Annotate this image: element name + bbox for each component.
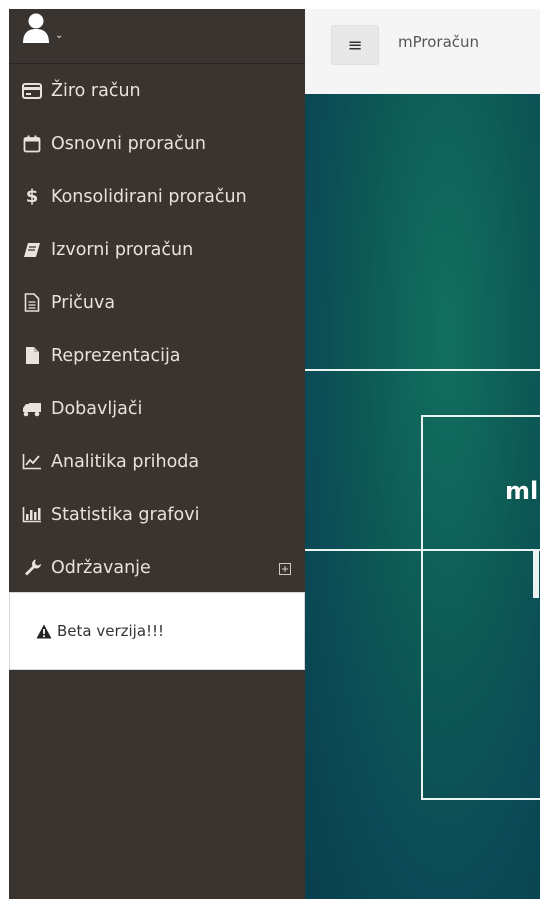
hero-line-top (305, 369, 540, 371)
expand-plus-icon[interactable] (279, 560, 291, 580)
book-icon (21, 239, 43, 261)
sidebar-item-statistika-grafovi[interactable]: Statistika grafovi (9, 488, 305, 541)
sidebar-item-pricuva[interactable]: Pričuva (9, 276, 305, 329)
file-text-icon (21, 292, 43, 314)
sidebar-item-odrzavanje[interactable]: Održavanje (9, 541, 305, 594)
bar-chart-icon (21, 504, 43, 526)
sidebar-item-label: Reprezentacija (51, 345, 181, 366)
sidebar-item-label: Izvorni proračun (51, 239, 194, 260)
sidebar: ⌄ Žiro račun Osnovni proračun $ Konsolid… (9, 9, 305, 899)
hero-frame-bottom (421, 798, 540, 800)
chevron-down-icon: ⌄ (55, 29, 64, 41)
hero-frame-top (421, 415, 540, 417)
file-icon (21, 345, 43, 367)
app-title[interactable]: mProračun (398, 33, 479, 51)
top-navbar: ≡ mProračun (305, 9, 540, 94)
sidebar-item-analitika-prihoda[interactable]: Analitika prihoda (9, 435, 305, 488)
sidebar-item-konsolidirani-proracun[interactable]: $ Konsolidirani proračun (9, 170, 305, 223)
beta-notice-text: Beta verzija!!! (57, 622, 165, 640)
sidebar-item-izvorni-proracun[interactable]: Izvorni proračun (9, 223, 305, 276)
sidebar-item-label: Analitika prihoda (51, 451, 200, 472)
sidebar-item-label: Održavanje (51, 557, 151, 578)
sidebar-item-reprezentacija[interactable]: Reprezentacija (9, 329, 305, 382)
sidebar-item-label: Dobavljači (51, 398, 143, 419)
sidebar-item-dobavljaci[interactable]: Dobavljači (9, 382, 305, 435)
user-menu[interactable]: ⌄ (21, 12, 63, 48)
hero-title: ml (505, 477, 539, 505)
sidebar-item-label: Pričuva (51, 292, 116, 313)
sidebar-item-ziro-racun[interactable]: Žiro račun (9, 64, 305, 117)
calendar-icon (21, 133, 43, 155)
menu-toggle-button[interactable]: ≡ (331, 25, 379, 65)
credit-card-icon (21, 80, 43, 102)
hero-banner: ml (305, 94, 540, 899)
dollar-icon: $ (25, 186, 39, 207)
hero-frame-left (421, 415, 423, 800)
beta-notice: Beta verzija!!! (9, 592, 305, 670)
sidebar-item-label: Konsolidirani proračun (51, 186, 247, 207)
hamburger-icon: ≡ (347, 34, 363, 56)
sidebar-nav: Žiro račun Osnovni proračun $ Konsolidir… (9, 64, 305, 594)
wrench-icon (21, 557, 43, 579)
sidebar-item-label: Osnovni proračun (51, 133, 206, 154)
warning-icon (36, 624, 52, 639)
hero-glyph-fragment (533, 550, 539, 598)
truck-icon (21, 398, 43, 420)
line-chart-icon (21, 451, 43, 473)
sidebar-header: ⌄ (9, 9, 305, 64)
user-icon (21, 12, 51, 48)
sidebar-item-label: Žiro račun (51, 80, 141, 101)
sidebar-item-osnovni-proracun[interactable]: Osnovni proračun (9, 117, 305, 170)
sidebar-item-label: Statistika grafovi (51, 504, 200, 525)
